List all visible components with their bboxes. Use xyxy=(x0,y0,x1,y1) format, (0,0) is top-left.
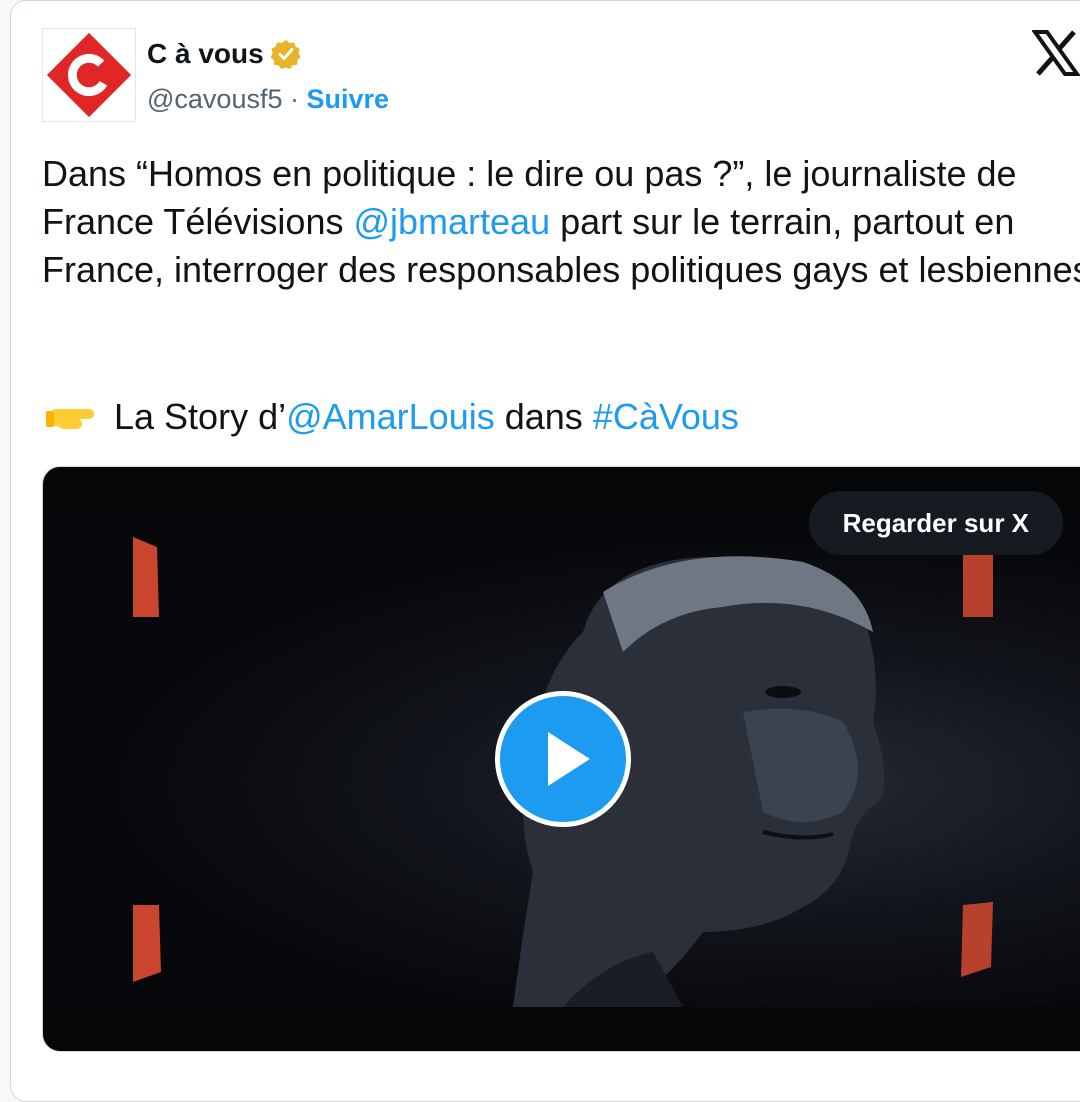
account-handle-row: @cavousf5 · Suivre xyxy=(147,84,389,115)
tweet-text-part4: dans xyxy=(494,396,593,437)
video-media[interactable]: Regarder sur X xyxy=(42,466,1080,1052)
verified-badge-icon xyxy=(270,40,301,69)
account-name[interactable]: C à vous xyxy=(147,38,264,70)
x-logo-icon[interactable] xyxy=(1032,30,1080,76)
account-handle[interactable]: @cavousf5 xyxy=(147,84,282,114)
follow-button[interactable]: Suivre xyxy=(307,84,390,114)
tweet-text: Dans “Homos en politique : le dire ou pa… xyxy=(42,150,1080,294)
watch-on-x-button[interactable]: Regarder sur X xyxy=(808,491,1063,555)
mention-amarlouis-link[interactable]: @AmarLouis xyxy=(286,396,495,437)
tweet-text-part3: La Story d’ xyxy=(104,396,287,437)
play-button[interactable] xyxy=(495,691,631,827)
separator: · xyxy=(290,84,299,114)
avatar[interactable] xyxy=(42,28,136,122)
pointing-right-hand-icon xyxy=(46,409,94,430)
play-icon xyxy=(548,732,590,786)
tweet-text-second-line: La Story d’@AmarLouis dans #CàVous xyxy=(42,393,739,441)
mention-jbmarteau-link[interactable]: @jbmarteau xyxy=(353,201,550,242)
hashtag-cavous-link[interactable]: #CàVous xyxy=(593,396,739,437)
